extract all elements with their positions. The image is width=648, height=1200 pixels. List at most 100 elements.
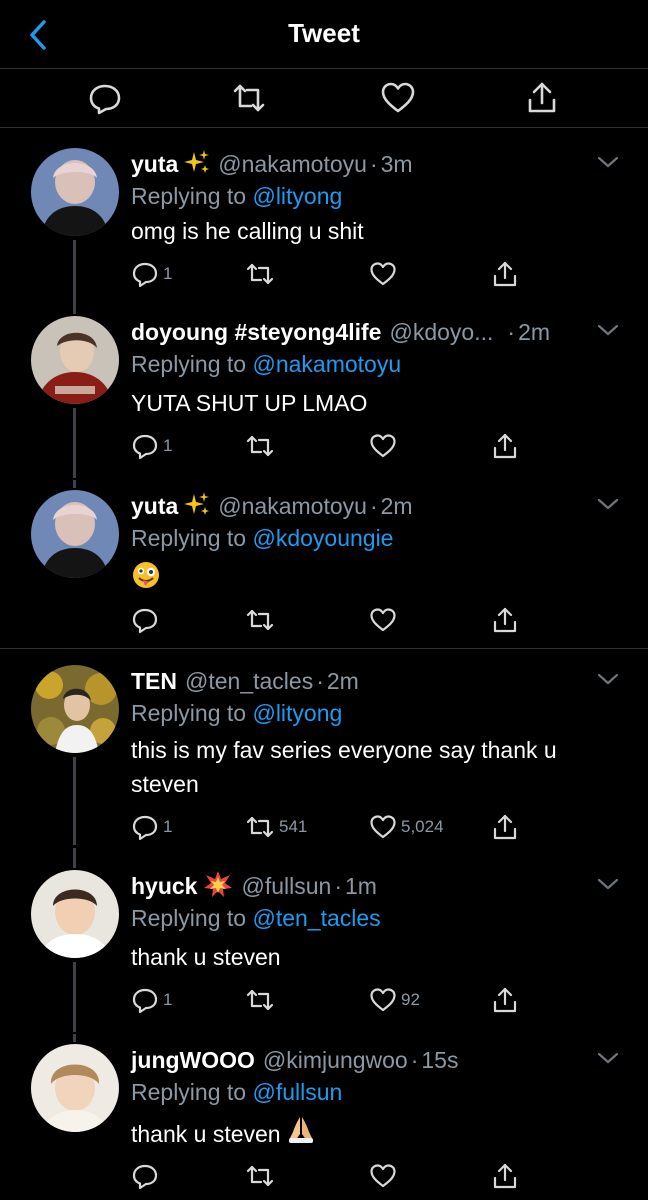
reply-button[interactable] bbox=[131, 604, 163, 636]
more-options-button[interactable] bbox=[596, 496, 620, 512]
display-name[interactable]: yuta bbox=[131, 151, 178, 177]
heart-icon bbox=[370, 988, 396, 1012]
handle[interactable]: @kdoyo... bbox=[389, 319, 493, 345]
handle[interactable]: @kimjungwoo bbox=[263, 1047, 408, 1073]
chevron-down-icon bbox=[597, 1052, 619, 1064]
avatar[interactable] bbox=[31, 490, 119, 578]
replying-to-link[interactable]: @lityong bbox=[252, 183, 342, 209]
avatar[interactable] bbox=[31, 1044, 119, 1132]
share-icon bbox=[493, 1163, 517, 1189]
retweet-button[interactable] bbox=[245, 984, 279, 1016]
share-button[interactable] bbox=[491, 1160, 519, 1192]
more-options-button[interactable] bbox=[596, 1050, 620, 1066]
zany-face-icon bbox=[131, 560, 161, 599]
like-button[interactable] bbox=[369, 430, 401, 462]
thread-line bbox=[73, 240, 76, 310]
timestamp: 2m bbox=[380, 493, 413, 519]
replying-to: Replying to @nakamotoyu bbox=[131, 351, 402, 377]
handle[interactable]: @ten_tacles bbox=[185, 668, 313, 694]
chevron-down-icon bbox=[597, 673, 619, 685]
reply-button[interactable] bbox=[131, 1160, 163, 1192]
chevron-down-icon bbox=[597, 324, 619, 336]
more-options-button[interactable] bbox=[596, 154, 620, 170]
reply-button[interactable]: 1 bbox=[131, 258, 172, 290]
tweet-actions: 1 541 5,024 bbox=[131, 811, 531, 843]
chevron-down-icon bbox=[597, 156, 619, 168]
share-icon bbox=[493, 607, 517, 633]
reply-button[interactable]: 1 bbox=[131, 811, 172, 843]
more-options-button[interactable] bbox=[596, 671, 620, 687]
like-button[interactable] bbox=[369, 258, 401, 290]
handle[interactable]: @nakamotoyu bbox=[218, 151, 367, 177]
reply-icon bbox=[132, 988, 158, 1014]
thread-line bbox=[73, 757, 76, 845]
timestamp: 2m bbox=[518, 319, 551, 345]
thread-line bbox=[73, 1034, 76, 1042]
retweet-button[interactable] bbox=[245, 430, 279, 462]
reply-button[interactable]: 1 bbox=[131, 430, 172, 462]
retweet-button[interactable] bbox=[245, 258, 279, 290]
tweet[interactable]: TEN @ten_tacles · 2m Replying to @lityong t… bbox=[0, 665, 648, 845]
display-name[interactable]: TEN bbox=[131, 668, 177, 694]
replying-to-link[interactable]: @kdoyoungie bbox=[252, 525, 393, 551]
tweet[interactable]: hyuck @fullsun · 1m Replying to @ten_tacles… bbox=[0, 848, 648, 1040]
tweet[interactable]: jungWOOO @kimjungwoo · 15s Replying to @ful… bbox=[0, 1034, 648, 1200]
retweet-button[interactable] bbox=[245, 604, 279, 636]
replying-to-link[interactable]: @lityong bbox=[252, 700, 342, 726]
heart-icon bbox=[370, 1164, 396, 1188]
like-button[interactable]: 92 bbox=[369, 984, 420, 1016]
replying-to-link[interactable]: @ten_tacles bbox=[252, 905, 380, 931]
share-button[interactable] bbox=[491, 811, 519, 843]
like-button[interactable] bbox=[369, 604, 401, 636]
display-name[interactable]: yuta bbox=[131, 493, 178, 519]
heart-icon bbox=[370, 608, 396, 632]
heart-icon bbox=[370, 434, 396, 458]
tweet[interactable]: yuta @nakamotoyu · 2m Replying to @kdoyoung… bbox=[0, 480, 648, 640]
share-button[interactable] bbox=[491, 604, 519, 636]
more-options-button[interactable] bbox=[596, 322, 620, 338]
like-button[interactable] bbox=[380, 80, 416, 116]
like-button[interactable] bbox=[369, 1160, 401, 1192]
share-button[interactable] bbox=[491, 984, 519, 1016]
header-bar: Tweet bbox=[0, 0, 648, 68]
retweet-icon bbox=[233, 84, 265, 112]
handle[interactable]: @nakamotoyu bbox=[218, 493, 367, 519]
display-name[interactable]: hyuck bbox=[131, 873, 197, 899]
tweet-text: omg is he calling u shit bbox=[131, 218, 364, 244]
share-button[interactable] bbox=[491, 430, 519, 462]
avatar[interactable] bbox=[31, 665, 119, 753]
thread-line bbox=[73, 848, 76, 868]
reply-icon bbox=[132, 434, 158, 460]
retweet-button[interactable]: 541 bbox=[245, 811, 307, 843]
share-button[interactable] bbox=[491, 258, 519, 290]
handle[interactable]: @fullsun bbox=[241, 873, 331, 899]
avatar[interactable] bbox=[31, 148, 119, 236]
tweet-text: this is my fav series everyone say thank… bbox=[131, 737, 557, 797]
reply-button[interactable]: 1 bbox=[131, 984, 172, 1016]
share-icon bbox=[493, 987, 517, 1013]
heart-icon bbox=[370, 262, 396, 286]
display-name[interactable]: jungWOOO bbox=[131, 1047, 255, 1073]
tweet[interactable]: doyoung #steyong4life @kdoyo... · 2m Replyi… bbox=[0, 306, 648, 486]
tweet[interactable]: yuta @nakamotoyu · 3m Replying to @lityong … bbox=[0, 148, 648, 310]
timestamp: 15s bbox=[421, 1047, 459, 1073]
reply-icon bbox=[132, 815, 158, 841]
replying-to-link[interactable]: @fullsun bbox=[252, 1079, 342, 1105]
divider bbox=[0, 127, 648, 128]
retweet-button[interactable] bbox=[231, 80, 267, 116]
like-button[interactable]: 5,024 bbox=[369, 811, 444, 843]
tweet-actions: 1 bbox=[131, 258, 531, 290]
avatar[interactable] bbox=[31, 316, 119, 404]
avatar[interactable] bbox=[31, 870, 119, 958]
display-name[interactable]: doyoung #steyong4life bbox=[131, 319, 381, 345]
thread-line bbox=[73, 408, 76, 478]
timestamp: 2m bbox=[326, 668, 359, 694]
retweet-icon bbox=[246, 989, 274, 1011]
more-options-button[interactable] bbox=[596, 876, 620, 892]
chevron-down-icon bbox=[597, 878, 619, 890]
share-button[interactable] bbox=[524, 80, 560, 116]
reply-button[interactable] bbox=[87, 80, 123, 116]
retweet-button[interactable] bbox=[245, 1160, 279, 1192]
replying-to-link[interactable]: @nakamotoyu bbox=[252, 351, 401, 377]
replying-to: Replying to @ten_tacles bbox=[131, 905, 381, 931]
